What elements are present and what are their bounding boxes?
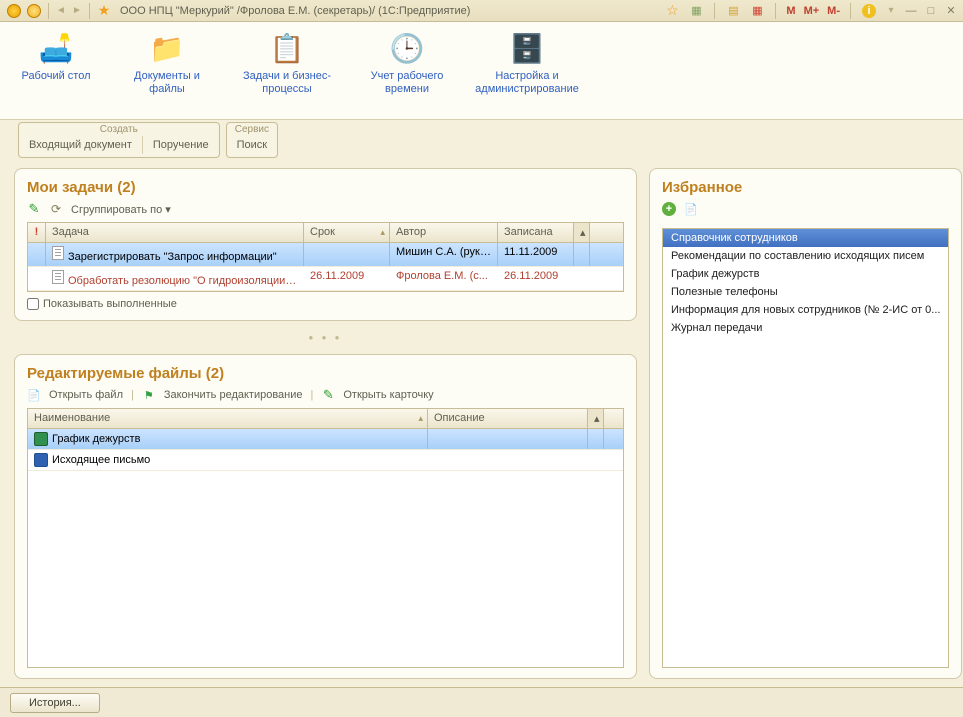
calendar-icon[interactable]: ▦	[749, 3, 765, 19]
statusbar: История...	[0, 687, 963, 717]
app-icon	[6, 3, 22, 19]
nav-fwd-icon[interactable]: ►	[69, 4, 85, 18]
dropdown-icon[interactable]	[26, 3, 42, 19]
favorite-item[interactable]: Журнал передачи	[663, 319, 948, 337]
open-file-button[interactable]: Открыть файл	[49, 389, 123, 401]
table-row[interactable]: Зарегистрировать "Запрос информации"Миши…	[28, 243, 623, 267]
file-icon: 📄	[27, 388, 41, 402]
titlebar: ◄ ► ★ ООО НПЦ "Меркурий" /Фролова Е.М. (…	[0, 0, 963, 22]
task-icon	[52, 270, 64, 284]
favorites-panel: Избранное + 📄 Справочник сотрудниковРеко…	[649, 168, 962, 679]
info-icon[interactable]: i	[861, 3, 877, 19]
card-icon: ✎	[321, 388, 335, 402]
fav-star-icon[interactable]: ☆	[664, 3, 680, 19]
ribbon-admin[interactable]: 🗄️ Настройка и администрирование	[482, 28, 572, 119]
clock-icon: 🕒	[387, 28, 427, 68]
files-panel: Редактируемые файлы (2) 📄 Открыть файл |…	[14, 354, 637, 679]
col-task[interactable]: Задача	[46, 223, 304, 242]
memory-mminus-button[interactable]: M-	[825, 5, 842, 17]
refresh-icon[interactable]: ⟳	[49, 202, 63, 216]
files-title: Редактируемые файлы (2)	[27, 365, 624, 382]
show-completed-input[interactable]	[27, 298, 39, 310]
sort-icon: ▴	[380, 227, 385, 238]
ribbon-documents[interactable]: 📁 Документы и файлы	[122, 28, 212, 119]
tasks-title: Мои задачи (2)	[27, 179, 624, 196]
folder-icon: 📁	[147, 28, 187, 68]
doc-icon[interactable]: 📄	[684, 202, 698, 216]
col-author[interactable]: Автор	[390, 223, 498, 242]
finish-edit-button[interactable]: Закончить редактирование	[164, 389, 303, 401]
col-scroll: ▴	[574, 223, 590, 242]
task-icon	[52, 246, 64, 260]
show-completed-checkbox[interactable]: Показывать выполненные	[27, 298, 624, 310]
ribbon-tasks[interactable]: 📋 Задачи и бизнес-процессы	[242, 28, 332, 119]
files-header: Наименование▴ Описание ▴	[28, 409, 623, 429]
toolgroup-service: Сервис Поиск	[226, 122, 278, 158]
finish-icon: ⚑	[142, 388, 156, 402]
memory-mplus-button[interactable]: M+	[802, 5, 822, 17]
table-row[interactable]: Обработать резолюцию "О гидроизоляции ст…	[28, 267, 623, 291]
table-row[interactable]: График дежурств	[28, 429, 623, 450]
open-card-button[interactable]: Открыть карточку	[343, 389, 433, 401]
toolbar: Создать Входящий документ Поручение Серв…	[0, 120, 963, 160]
tasks-panel: Мои задачи (2) ✎ ⟳ Сгруппировать по ▾ ! …	[14, 168, 637, 321]
favorite-item[interactable]: Рекомендации по составлению исходящих пи…	[663, 247, 948, 265]
calc-icon[interactable]: ▤	[725, 3, 741, 19]
favorite-item[interactable]: Полезные телефоны	[663, 283, 948, 301]
tasks-header: ! Задача Срок▴ Автор Записана ▴	[28, 223, 623, 243]
favorites-title: Избранное	[662, 179, 949, 196]
ribbon-time[interactable]: 🕒 Учет рабочего времени	[362, 28, 452, 119]
ribbon-desktop[interactable]: 🛋️ Рабочий стол	[20, 28, 92, 119]
table-row[interactable]: Исходящее письмо	[28, 450, 623, 471]
maximize-button[interactable]: □	[923, 4, 939, 18]
excel-icon	[34, 432, 48, 446]
window-title: ООО НПЦ "Меркурий" /Фролова Е.М. (секрет…	[120, 5, 470, 17]
col-desc[interactable]: Описание	[428, 409, 588, 428]
history-button[interactable]: История...	[10, 693, 100, 713]
sort-icon: ▴	[418, 413, 423, 424]
favorite-item[interactable]: Справочник сотрудников	[663, 229, 948, 247]
minimize-button[interactable]: —	[903, 4, 919, 18]
memory-m-button[interactable]: M	[784, 5, 797, 17]
content: Мои задачи (2) ✎ ⟳ Сгруппировать по ▾ ! …	[0, 160, 963, 687]
tasks-grid: ! Задача Срок▴ Автор Записана ▴ Зарегист…	[27, 222, 624, 292]
add-favorite-icon[interactable]: +	[662, 202, 676, 216]
ribbon: 🛋️ Рабочий стол 📁 Документы и файлы 📋 За…	[0, 22, 963, 120]
star-icon[interactable]: ★	[96, 3, 112, 19]
favorites-list: Справочник сотрудниковРекомендации по со…	[662, 228, 949, 668]
word-icon	[34, 453, 48, 467]
create-order-button[interactable]: Поручение	[143, 136, 219, 154]
close-button[interactable]: ✕	[943, 4, 959, 18]
checklist-icon: 📋	[267, 28, 307, 68]
desk-lamp-icon: 🛋️	[36, 28, 76, 68]
search-button[interactable]: Поиск	[227, 136, 277, 154]
edit-icon[interactable]: ✎	[27, 202, 41, 216]
col-name[interactable]: Наименование▴	[28, 409, 428, 428]
col-written[interactable]: Записана	[498, 223, 574, 242]
group-by-dropdown[interactable]: Сгруппировать по ▾	[71, 203, 171, 216]
col-exclaim[interactable]: !	[28, 223, 46, 242]
files-grid: Наименование▴ Описание ▴ График дежурств…	[27, 408, 624, 668]
nav-back-icon[interactable]: ◄	[53, 4, 69, 18]
clipboard-icon[interactable]: ▦	[688, 3, 704, 19]
col-scroll: ▴	[588, 409, 604, 428]
info-dropdown-icon[interactable]: ▾	[883, 4, 899, 18]
panel-separator[interactable]: ● ● ●	[14, 331, 637, 344]
toolgroup-create: Создать Входящий документ Поручение	[18, 122, 220, 158]
favorite-item[interactable]: Информация для новых сотрудников (№ 2-ИС…	[663, 301, 948, 319]
create-incoming-button[interactable]: Входящий документ	[19, 136, 143, 154]
col-due[interactable]: Срок▴	[304, 223, 390, 242]
database-icon: 🗄️	[507, 28, 547, 68]
favorite-item[interactable]: График дежурств	[663, 265, 948, 283]
